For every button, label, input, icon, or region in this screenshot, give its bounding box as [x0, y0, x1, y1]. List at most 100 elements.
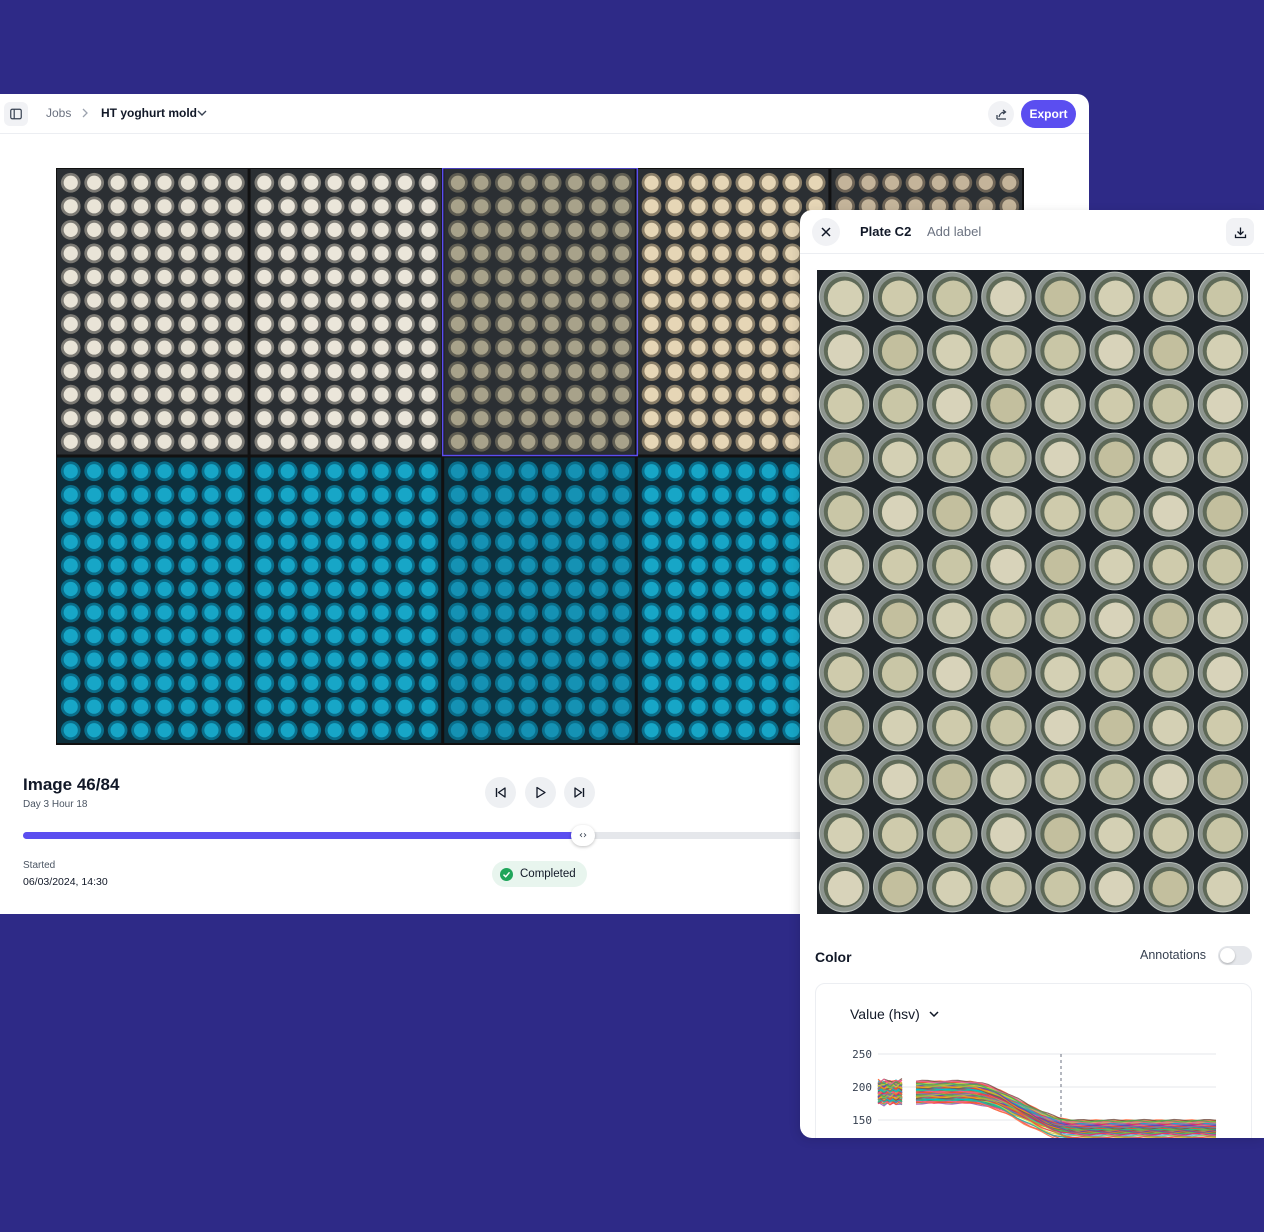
well	[1089, 432, 1140, 484]
well	[1143, 647, 1194, 698]
next-image-button[interactable]	[564, 777, 595, 808]
well	[1035, 432, 1086, 484]
well	[1035, 647, 1086, 698]
well	[1089, 486, 1140, 537]
well	[1143, 593, 1194, 645]
close-icon	[821, 227, 831, 237]
annotations-toggle[interactable]	[1218, 946, 1252, 965]
skip-forward-icon	[574, 787, 585, 798]
well	[818, 808, 870, 859]
well	[981, 486, 1032, 537]
well	[818, 271, 870, 323]
chevron-down-icon[interactable]	[196, 107, 208, 119]
download-button[interactable]	[1226, 218, 1254, 246]
well	[1035, 754, 1086, 806]
well	[927, 593, 978, 645]
well	[818, 593, 870, 645]
play-button[interactable]	[525, 777, 556, 808]
y-tick-label: 250	[852, 1048, 872, 1061]
well	[981, 754, 1032, 806]
breadcrumb-jobs-link[interactable]: Jobs	[46, 106, 71, 120]
color-heading: Color	[815, 949, 852, 965]
play-icon	[536, 786, 546, 799]
well	[927, 861, 978, 913]
well	[818, 861, 870, 913]
plate-title: Plate C2	[860, 224, 912, 239]
well	[1143, 539, 1194, 591]
export-button[interactable]: Export	[1021, 100, 1076, 128]
well	[818, 700, 870, 752]
well	[1143, 808, 1194, 859]
metric-select[interactable]: Value (hsv)	[850, 1006, 940, 1022]
value-line-chart[interactable]: 250 200 150	[816, 1040, 1253, 1138]
well	[873, 754, 924, 806]
timeline-track[interactable]	[23, 832, 823, 839]
sidebar-toggle-button[interactable]	[4, 102, 28, 126]
well	[927, 647, 978, 698]
well	[873, 808, 924, 859]
well	[873, 325, 924, 376]
well	[1089, 325, 1140, 376]
timeline-handle[interactable]: ‹›	[571, 825, 595, 846]
started-label: Started	[23, 860, 56, 871]
grid-plate[interactable]	[250, 457, 442, 744]
well	[818, 754, 870, 806]
well	[981, 539, 1032, 591]
well	[981, 808, 1032, 859]
well	[927, 700, 978, 752]
well	[873, 271, 924, 323]
well	[981, 861, 1032, 913]
well	[981, 700, 1032, 752]
well	[1143, 325, 1194, 376]
well	[1089, 378, 1140, 430]
well	[927, 808, 978, 859]
well	[1035, 486, 1086, 537]
well	[1197, 754, 1249, 806]
well	[1143, 271, 1194, 323]
well	[1089, 271, 1140, 323]
well	[927, 325, 978, 376]
grid-plate[interactable]	[444, 457, 635, 744]
sidebar-icon	[10, 108, 22, 120]
close-button[interactable]	[812, 218, 840, 246]
chevron-down-icon	[929, 1011, 939, 1018]
add-label-button[interactable]: Add label	[927, 224, 981, 239]
well	[1143, 700, 1194, 752]
image-counter: Image 46/84	[23, 775, 120, 794]
share-button[interactable]	[988, 101, 1014, 127]
well	[1197, 271, 1249, 323]
grid-plate[interactable]	[57, 169, 248, 455]
well	[1089, 647, 1140, 698]
y-tick-label: 200	[852, 1081, 872, 1094]
y-tick-label: 150	[852, 1114, 872, 1127]
grid-plate[interactable]	[444, 169, 635, 455]
plate-detail-image[interactable]	[817, 270, 1250, 914]
image-timepoint: Day 3 Hour 18	[23, 799, 88, 810]
well	[873, 486, 924, 537]
well	[1197, 432, 1249, 484]
grid-plate[interactable]	[57, 457, 248, 744]
well	[981, 647, 1032, 698]
timeline-progress	[23, 832, 583, 839]
metric-select-value: Value (hsv)	[850, 1006, 920, 1022]
well	[927, 539, 978, 591]
well	[1035, 861, 1086, 913]
toggle-knob	[1220, 948, 1235, 963]
well	[818, 325, 870, 376]
topbar: Jobs HT yoghurt mold Export	[0, 94, 1089, 134]
previous-image-button[interactable]	[485, 777, 516, 808]
well	[981, 271, 1032, 323]
share-icon	[995, 108, 1007, 120]
well	[1035, 539, 1086, 591]
grid-plate[interactable]	[250, 169, 442, 455]
well	[1089, 539, 1140, 591]
breadcrumb-job-name[interactable]: HT yoghurt mold	[101, 106, 197, 120]
well	[981, 432, 1032, 484]
well	[1089, 754, 1140, 806]
well	[1143, 432, 1194, 484]
well	[1035, 700, 1086, 752]
well	[1035, 593, 1086, 645]
well	[1197, 378, 1249, 430]
panel-header: Plate C2 Add label	[800, 210, 1264, 254]
well	[873, 861, 924, 913]
